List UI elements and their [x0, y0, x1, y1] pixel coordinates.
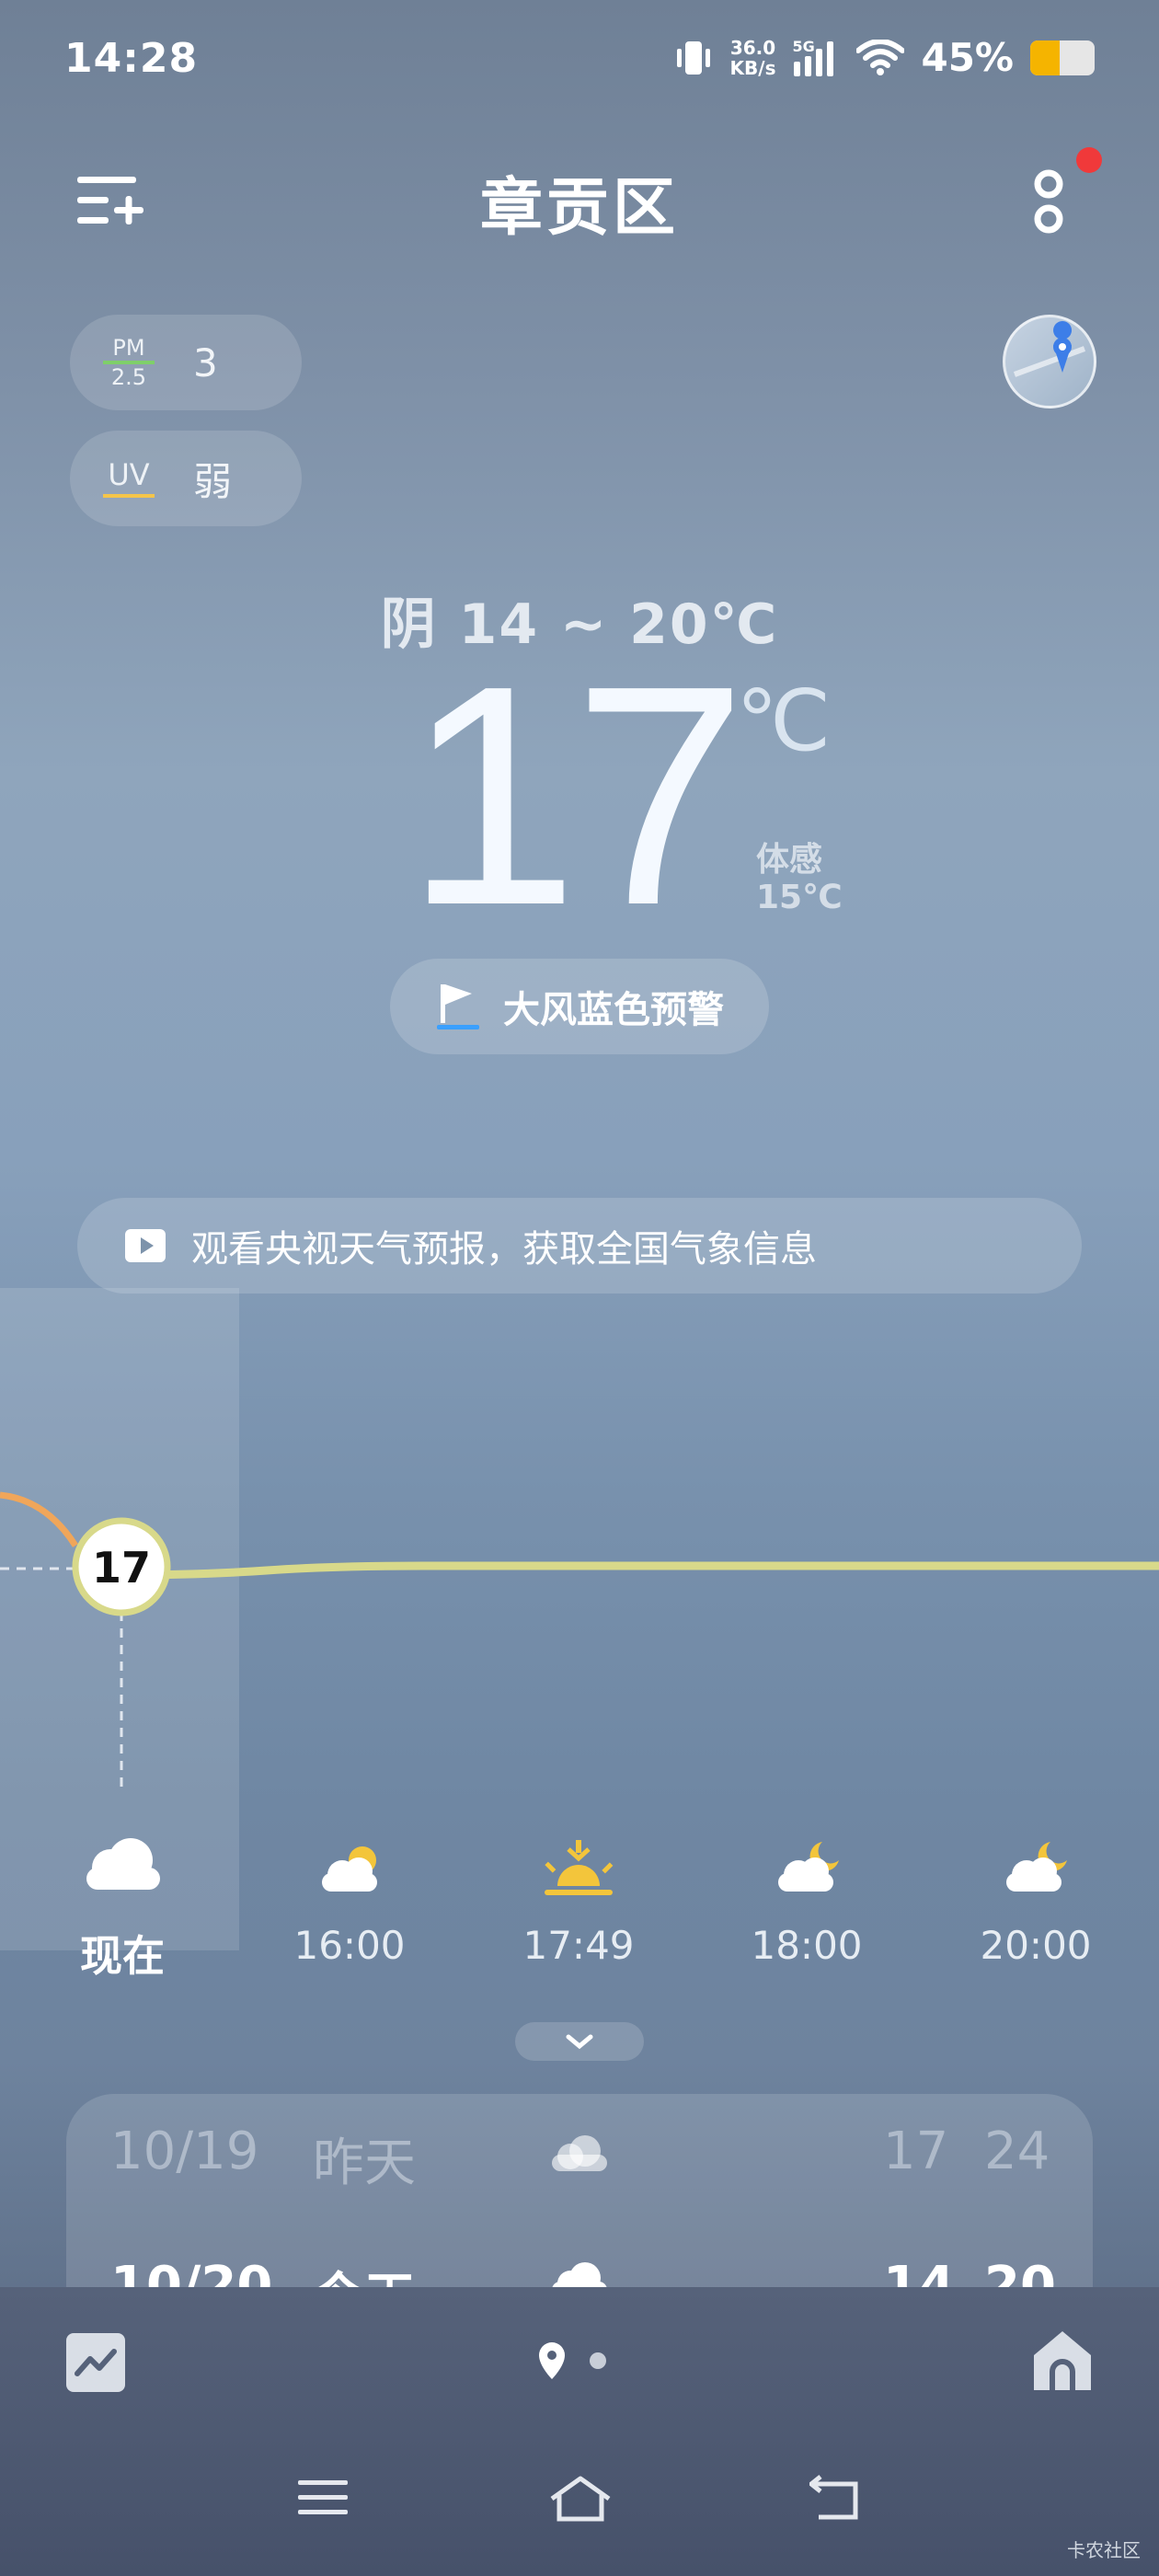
map-pin-icon — [1013, 321, 1086, 377]
uv-value: 弱 — [193, 458, 233, 504]
temperature-unit: ℃ — [736, 674, 832, 768]
hour-label: 17:49 — [522, 1923, 635, 1968]
feels-like-label: 体感 — [756, 841, 823, 879]
alert-label: 大风蓝色预警 — [503, 989, 724, 1031]
banner-label: 观看央视天气预报，获取全国气象信息 — [191, 1228, 817, 1271]
daily-row-today[interactable]: 10/20 今天 14 20 — [66, 2256, 1093, 2287]
pm25-pill[interactable]: PM 2.5 3 — [70, 315, 302, 410]
warning-flag-icon — [437, 984, 479, 1029]
net-speed-value: 36.0 — [729, 36, 776, 59]
daily-high: 20 — [984, 2256, 1056, 2287]
battery-percent: 45% — [921, 35, 1014, 80]
watermark: 卡农社区 — [1067, 2539, 1141, 2561]
daily-row-yesterday[interactable]: 10/19 昨天 17 24 — [66, 2122, 1093, 2204]
temperature-curve — [119, 1561, 1159, 1580]
cloudy-icon — [86, 1838, 160, 1890]
expand-forecast-button[interactable] — [515, 2022, 644, 2061]
chevron-down-icon — [566, 2034, 593, 2050]
notification-dot — [1076, 147, 1102, 173]
current-temp-marker-label: 17 — [92, 1543, 151, 1593]
status-icons: 36.0 KB/s 5G 45% — [673, 35, 1095, 80]
daily-date: 10/20 — [110, 2256, 273, 2287]
bottom-bar — [0, 2287, 1159, 2576]
recents-menu-icon[interactable] — [296, 2475, 351, 2521]
partly-cloudy-day-icon — [322, 1846, 377, 1892]
status-time: 14:28 — [64, 35, 199, 82]
wifi-icon — [856, 39, 905, 75]
pm25-value: 3 — [193, 339, 218, 385]
uv-pill[interactable]: UV 弱 — [70, 431, 302, 526]
location-indicator[interactable] — [534, 2339, 625, 2388]
location-pin-icon — [539, 2342, 606, 2379]
battery-icon — [1030, 40, 1095, 75]
city-title[interactable]: 章贡区 — [0, 156, 1159, 247]
partly-cloudy-night-icon — [778, 1842, 839, 1892]
current-temperature: 17 — [405, 621, 747, 971]
hour-label: 18:00 — [751, 1923, 863, 1968]
wind-warning-alert[interactable]: 大风蓝色预警 — [390, 959, 769, 1054]
partly-cloudy-night-icon — [1006, 1842, 1067, 1892]
daily-day: 今天 — [313, 2256, 416, 2287]
system-home-icon[interactable] — [548, 2475, 613, 2524]
play-video-icon — [125, 1229, 166, 1262]
back-icon[interactable] — [809, 2475, 865, 2523]
cctv-forecast-banner[interactable]: 观看央视天气预报，获取全国气象信息 — [77, 1198, 1082, 1294]
daily-date: 10/19 — [110, 2122, 259, 2181]
daily-day: 昨天 — [313, 2133, 416, 2193]
hour-label: 20:00 — [980, 1923, 1092, 1968]
pm25-tag: PM 2.5 — [103, 337, 155, 388]
daily-low: 17 — [883, 2122, 949, 2181]
daily-forecast-card[interactable]: 10/19 昨天 17 24 10/20 今天 14 20 — [66, 2094, 1093, 2287]
cloudy-icon — [552, 2135, 607, 2171]
vibrate-icon — [676, 40, 710, 75]
map-button[interactable] — [1003, 315, 1096, 408]
trend-chart-icon[interactable] — [66, 2333, 125, 2392]
sunset-icon — [545, 1840, 614, 1895]
hour-label-now: 现在 — [80, 1931, 165, 1981]
net-speed: 36.0 KB/s — [730, 38, 776, 78]
more-options-icon[interactable] — [1021, 166, 1076, 239]
hourly-temperature-chart: 17 — [0, 1491, 1159, 1794]
cellular-signal-icon: 5G — [792, 38, 840, 78]
past-temperature-curve — [0, 1491, 78, 1547]
hourly-labels: 现在 16:00 17:49 18:00 20:00 — [0, 1923, 1159, 1987]
net-speed-unit: KB/s — [729, 56, 776, 79]
cloudy-icon — [552, 2262, 607, 2287]
uv-tag: UV — [103, 459, 155, 498]
pm25-tag-top: PM — [112, 335, 145, 361]
uv-tag-label: UV — [108, 457, 150, 492]
daily-low: 14 — [883, 2256, 955, 2287]
pm25-tag-bottom: 2.5 — [110, 364, 147, 390]
hour-label: 16:00 — [293, 1923, 406, 1968]
feels-like-value: 15℃ — [756, 879, 843, 916]
daily-high: 24 — [984, 2122, 1050, 2181]
home-icon[interactable] — [1030, 2328, 1095, 2394]
